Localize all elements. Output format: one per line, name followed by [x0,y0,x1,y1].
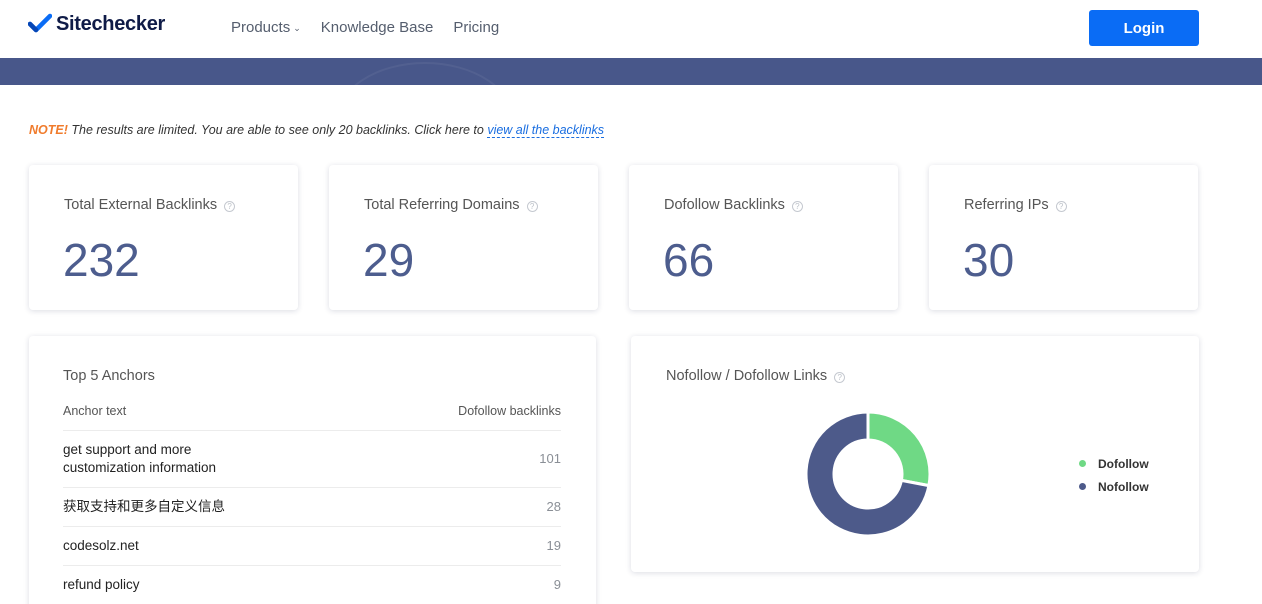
stat-value: 232 [63,234,140,286]
stat-label: Dofollow Backlinks ? [664,197,803,213]
help-icon[interactable]: ? [1055,200,1067,212]
logo-text: Sitechecker [56,12,165,35]
main-nav: Products ⌄ Knowledge Base Pricing [231,19,499,36]
legend-item-nofollow[interactable]: Nofollow [1079,475,1149,498]
anchor-text: 获取支持和更多自定义信息 [63,499,225,514]
nav-pricing[interactable]: Pricing [453,19,499,36]
nav-knowledge-base-label: Knowledge Base [320,19,434,36]
links-chart-card: Nofollow / Dofollow Links ? Dofollow Nof… [631,336,1199,572]
anchor-count: 19 [546,538,561,553]
hero-band [0,58,1262,85]
nav-knowledge-base[interactable]: Knowledge Base [321,19,434,36]
legend-dot-nofollow [1079,483,1086,490]
anchor-text: get support and more customization infor… [63,442,217,475]
stat-card-total-referring-domains: Total Referring Domains ? 29 [329,165,598,310]
stat-label: Total Referring Domains ? [364,197,538,213]
checkmark-logo-icon [28,13,52,33]
anchor-text: refund policy [63,577,140,592]
stat-label-text: Total External Backlinks [64,197,218,213]
top-anchors-card: Top 5 Anchors Anchor text Dofollow backl… [29,336,596,604]
anchor-count: 101 [539,451,561,466]
help-icon[interactable]: ? [834,371,846,383]
nav-products[interactable]: Products ⌄ [231,19,301,36]
chevron-down-icon: ⌄ [293,23,301,33]
anchor-count: 28 [546,499,561,514]
anchor-text: codesolz.net [63,538,139,553]
donut-chart [804,410,932,538]
table-row: 获取支持和更多自定义信息 28 [63,487,561,526]
top-anchors-title: Top 5 Anchors [63,368,155,384]
help-icon[interactable]: ? [526,200,538,212]
stat-card-total-external-backlinks: Total External Backlinks ? 232 [29,165,298,310]
legend-dot-dofollow [1079,460,1086,467]
table-row: refund policy 9 [63,565,561,604]
decorative-arc [335,62,515,85]
stat-value: 30 [963,234,1015,286]
login-button[interactable]: Login [1089,10,1199,46]
stat-label-text: Referring IPs [964,197,1049,213]
limit-note: NOTE! The results are limited. You are a… [29,123,605,138]
links-chart-title: Nofollow / Dofollow Links ? [666,368,846,384]
table-row: codesolz.net 19 [63,526,561,565]
note-text: The results are limited. You are able to… [67,123,488,137]
top-header: Sitechecker Products ⌄ Knowledge Base Pr… [0,0,1262,58]
column-header-anchor-text: Anchor text [63,404,127,418]
chart-legend: Dofollow Nofollow [1079,452,1149,498]
help-icon[interactable]: ? [224,200,236,212]
legend-label: Nofollow [1098,479,1149,494]
stat-card-referring-ips: Referring IPs ? 30 [929,165,1198,310]
stat-label: Total External Backlinks ? [64,197,236,213]
sitechecker-logo[interactable]: Sitechecker [28,12,165,36]
legend-item-dofollow[interactable]: Dofollow [1079,452,1149,475]
donut-slice-dofollow[interactable] [866,410,932,488]
anchor-count: 9 [553,577,561,592]
stat-label-text: Dofollow Backlinks [664,197,785,213]
nav-pricing-label: Pricing [453,19,500,36]
table-row: get support and more customization infor… [63,430,561,487]
nav-products-label: Products [231,19,291,36]
stat-card-dofollow-backlinks: Dofollow Backlinks ? 66 [629,165,898,310]
stat-value: 29 [363,234,415,286]
help-icon[interactable]: ? [791,200,803,212]
links-chart-title-text: Nofollow / Dofollow Links [666,368,828,384]
note-prefix: NOTE! [29,123,68,137]
view-all-backlinks-link[interactable]: view all the backlinks [487,123,605,138]
stat-label-text: Total Referring Domains [364,197,520,213]
legend-label: Dofollow [1098,456,1149,471]
column-header-dofollow-backlinks: Dofollow backlinks [458,404,561,418]
stat-label: Referring IPs ? [964,197,1067,213]
stat-value: 66 [663,234,715,286]
